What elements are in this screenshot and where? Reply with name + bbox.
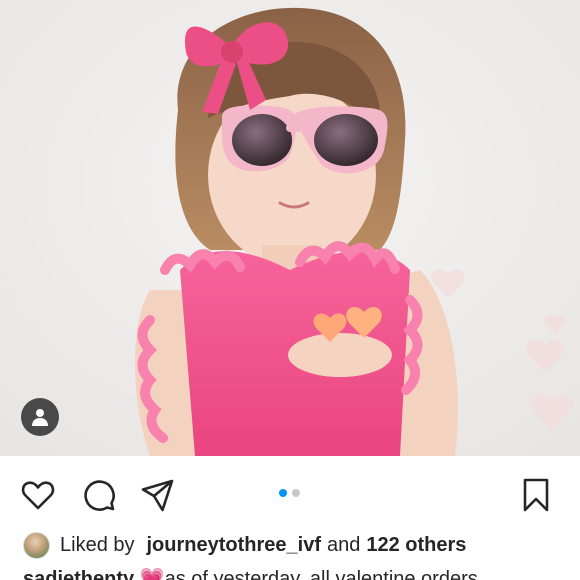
likes-others-link[interactable]: 122 others bbox=[366, 534, 466, 557]
post-image[interactable] bbox=[0, 0, 580, 456]
likes-connector: and bbox=[326, 533, 361, 556]
comment-icon bbox=[84, 480, 115, 511]
send-icon bbox=[141, 479, 174, 512]
bookmark-icon bbox=[523, 478, 549, 512]
person-icon bbox=[32, 409, 48, 426]
tagged-people-button[interactable] bbox=[21, 398, 59, 436]
carousel-dot-active bbox=[279, 489, 287, 497]
liker-avatar[interactable] bbox=[23, 531, 50, 559]
comment-button[interactable] bbox=[81, 477, 117, 513]
heart-icon bbox=[21, 481, 55, 510]
post-photo-illustration bbox=[0, 0, 580, 456]
likes-prefix: Liked by bbox=[60, 533, 135, 556]
carousel-dot bbox=[292, 489, 300, 497]
liker-username[interactable]: journeytothree_ivf bbox=[147, 534, 321, 557]
share-button[interactable] bbox=[140, 477, 176, 513]
caption-text: as of yesterday, all valentine orders bbox=[164, 568, 478, 580]
like-button[interactable] bbox=[20, 477, 56, 513]
post-caption: sadiethenty 💗as of yesterday, all valent… bbox=[23, 566, 580, 580]
carousel-indicator bbox=[279, 489, 300, 497]
save-button[interactable] bbox=[518, 477, 554, 513]
likes-summary[interactable]: Liked by journeytothree_ivf and 122 othe… bbox=[23, 530, 466, 560]
caption-username[interactable]: sadiethenty bbox=[23, 568, 134, 580]
caption-emoji: 💗 bbox=[139, 568, 165, 580]
